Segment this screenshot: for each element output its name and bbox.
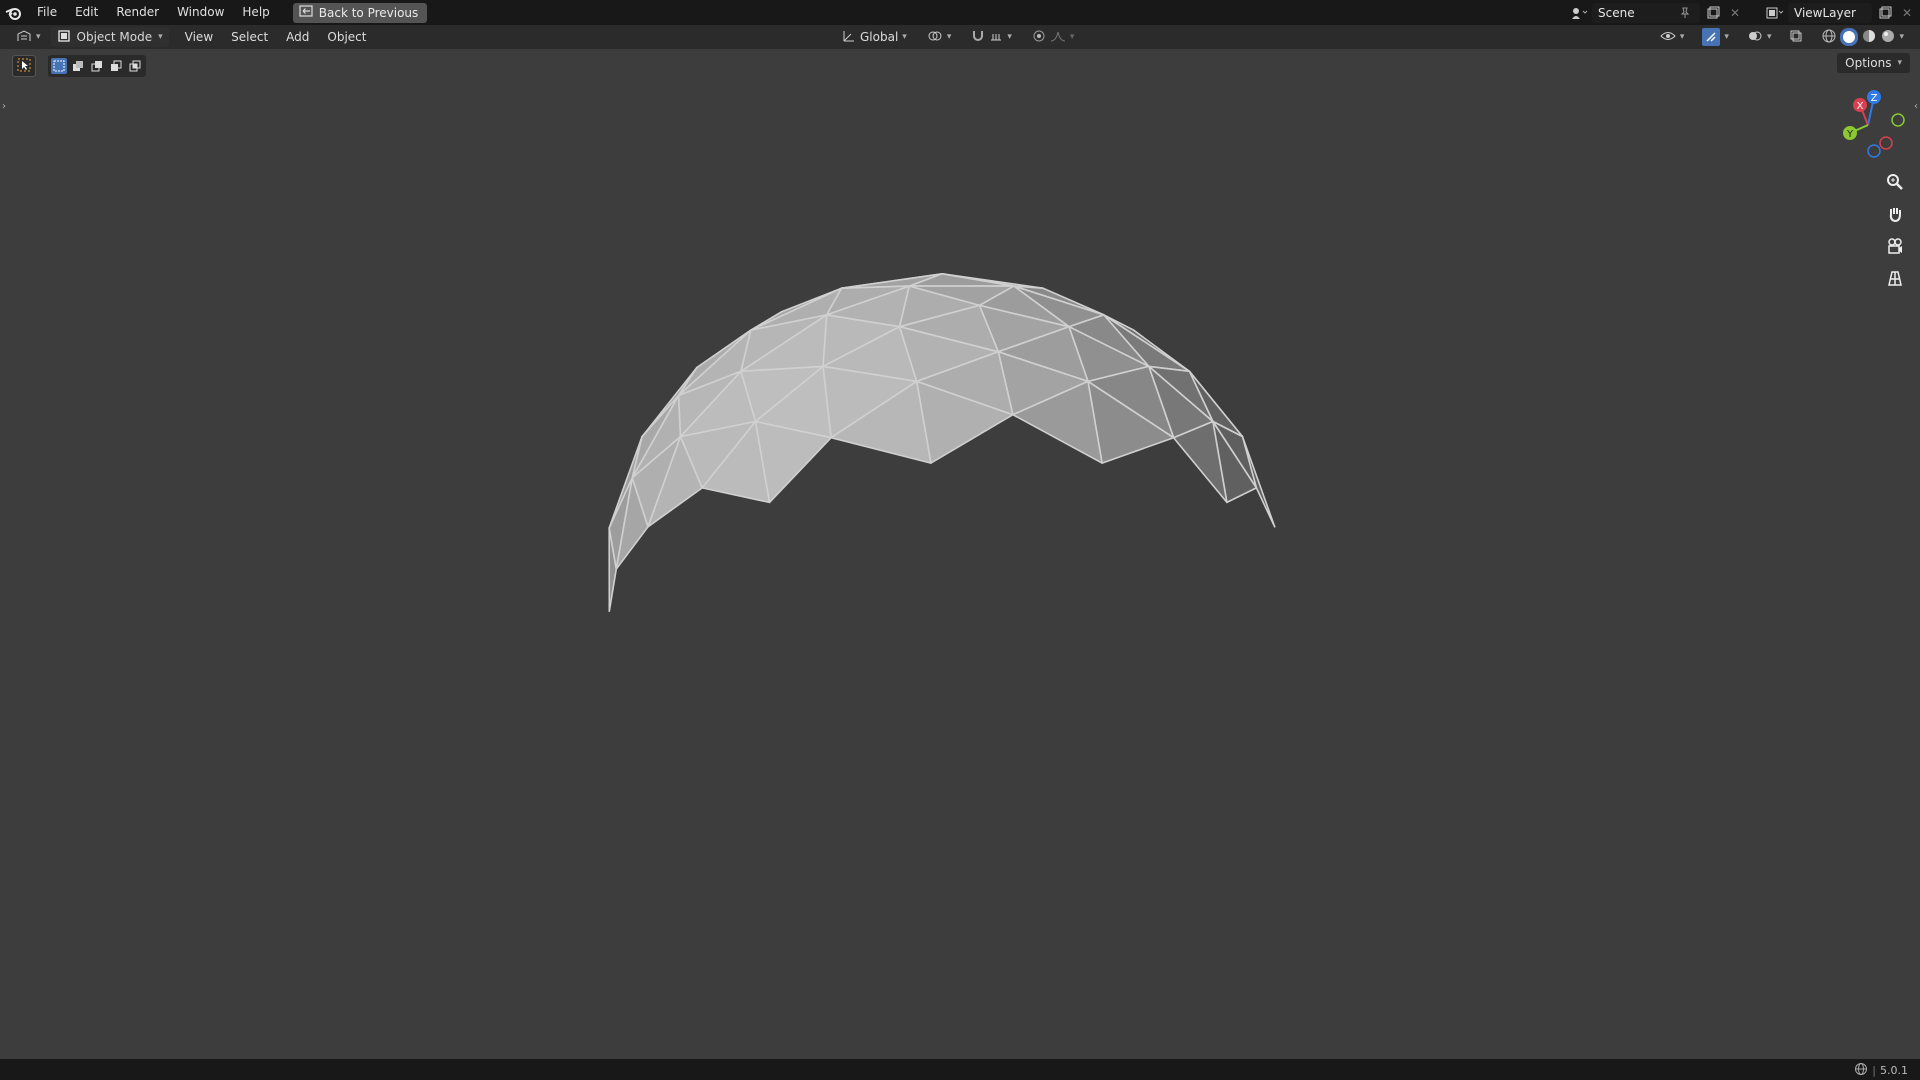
menu-render[interactable]: Render xyxy=(107,0,168,25)
viewlayer-selector[interactable]: ViewLayer xyxy=(1788,2,1872,23)
delete-scene-icon[interactable]: ✕ xyxy=(1726,4,1744,22)
top-bar: File Edit Render Window Help Back to Pre… xyxy=(0,0,1920,25)
chevron-down-icon: ▾ xyxy=(1069,32,1075,42)
back-to-previous-button[interactable]: Back to Previous xyxy=(292,2,428,23)
status-bar: | 5.0.1 xyxy=(0,1059,1920,1080)
snap-increment-icon[interactable] xyxy=(989,29,1003,46)
chevron-down-icon: ▾ xyxy=(158,32,163,42)
back-button-label: Back to Previous xyxy=(318,5,419,20)
delete-viewlayer-icon[interactable]: ✕ xyxy=(1898,4,1916,22)
proportional-editing-toggle[interactable]: ▾ xyxy=(1026,27,1081,47)
material-shading-icon[interactable] xyxy=(1861,28,1877,47)
menu-object[interactable]: Object xyxy=(321,27,372,47)
orientation-icon xyxy=(842,29,856,46)
solid-shading-icon[interactable] xyxy=(1840,28,1859,46)
chevron-down-icon: ▾ xyxy=(1007,32,1012,42)
menu-file[interactable]: File xyxy=(28,0,66,25)
new-viewlayer-icon[interactable] xyxy=(1876,4,1894,22)
visibility-dropdown[interactable]: ▾ xyxy=(1654,27,1691,47)
eye-icon xyxy=(1660,29,1676,46)
network-icon xyxy=(1854,1062,1868,1079)
snap-toggle[interactable]: ▾ xyxy=(965,27,1018,47)
chevron-down-icon: ▾ xyxy=(1724,32,1729,42)
back-icon xyxy=(299,5,313,20)
viewlayer-browse-icon[interactable] xyxy=(1766,4,1784,22)
viewlayer-name: ViewLayer xyxy=(1794,5,1856,20)
menu-select[interactable]: Select xyxy=(225,27,274,47)
pivot-icon xyxy=(927,29,943,46)
transform-orientation-label: Global xyxy=(860,30,899,44)
3d-viewport[interactable]: Options ▾ › ‹ Z X Y xyxy=(0,49,1920,1059)
pivot-point-dropdown[interactable]: ▾ xyxy=(921,27,958,47)
chevron-down-icon: ▾ xyxy=(1679,32,1685,42)
chevron-down-icon[interactable]: ▾ xyxy=(1899,32,1904,42)
falloff-icon[interactable] xyxy=(1050,29,1066,46)
overlays-toggle[interactable]: ▾ xyxy=(1741,27,1778,47)
menu-edit[interactable]: Edit xyxy=(66,0,107,25)
pin-icon[interactable] xyxy=(1676,4,1694,22)
gizmo-toggle[interactable]: ▾ xyxy=(1696,27,1735,47)
chevron-down-icon: ▾ xyxy=(1766,32,1772,42)
wireframe-shading-icon[interactable] xyxy=(1821,28,1837,47)
editor-type-dropdown[interactable]: ▾ xyxy=(10,27,47,47)
gizmo-icon xyxy=(1702,28,1721,46)
menu-help[interactable]: Help xyxy=(233,0,278,25)
menu-view[interactable]: View xyxy=(179,27,219,47)
menu-add[interactable]: Add xyxy=(280,27,315,47)
chevron-down-icon: ▾ xyxy=(946,32,952,42)
menu-window[interactable]: Window xyxy=(168,0,233,25)
object-mode-label: Object Mode xyxy=(76,30,153,44)
scene-selector[interactable]: Scene xyxy=(1592,2,1700,23)
object-mode-icon xyxy=(57,29,71,46)
overlays-icon xyxy=(1747,29,1763,46)
object-mode-dropdown[interactable]: Object Mode ▾ xyxy=(50,27,169,47)
scene-browse-icon[interactable] xyxy=(1570,4,1588,22)
magnet-icon xyxy=(971,29,985,46)
transform-orientation-dropdown[interactable]: Global ▾ xyxy=(836,27,913,47)
geodesic-dome-object[interactable] xyxy=(0,49,1920,1059)
rendered-shading-icon[interactable] xyxy=(1880,28,1896,47)
shading-modes: ▾ xyxy=(1815,27,1910,47)
version-label: 5.0.1 xyxy=(1880,1064,1908,1077)
scene-name: Scene xyxy=(1598,5,1635,20)
chevron-down-icon: ▾ xyxy=(36,32,41,42)
viewport-header: ▾ Object Mode ▾ View Select Add Object G… xyxy=(0,25,1920,49)
blender-logo-icon[interactable] xyxy=(0,0,28,25)
chevron-down-icon: ▾ xyxy=(902,32,907,42)
version-info: | 5.0.1 xyxy=(1854,1062,1908,1079)
xray-icon xyxy=(1789,29,1803,46)
proportional-icon xyxy=(1032,29,1046,46)
xray-toggle[interactable] xyxy=(1783,27,1809,47)
editor-type-icon xyxy=(16,29,32,46)
new-scene-icon[interactable] xyxy=(1704,4,1722,22)
